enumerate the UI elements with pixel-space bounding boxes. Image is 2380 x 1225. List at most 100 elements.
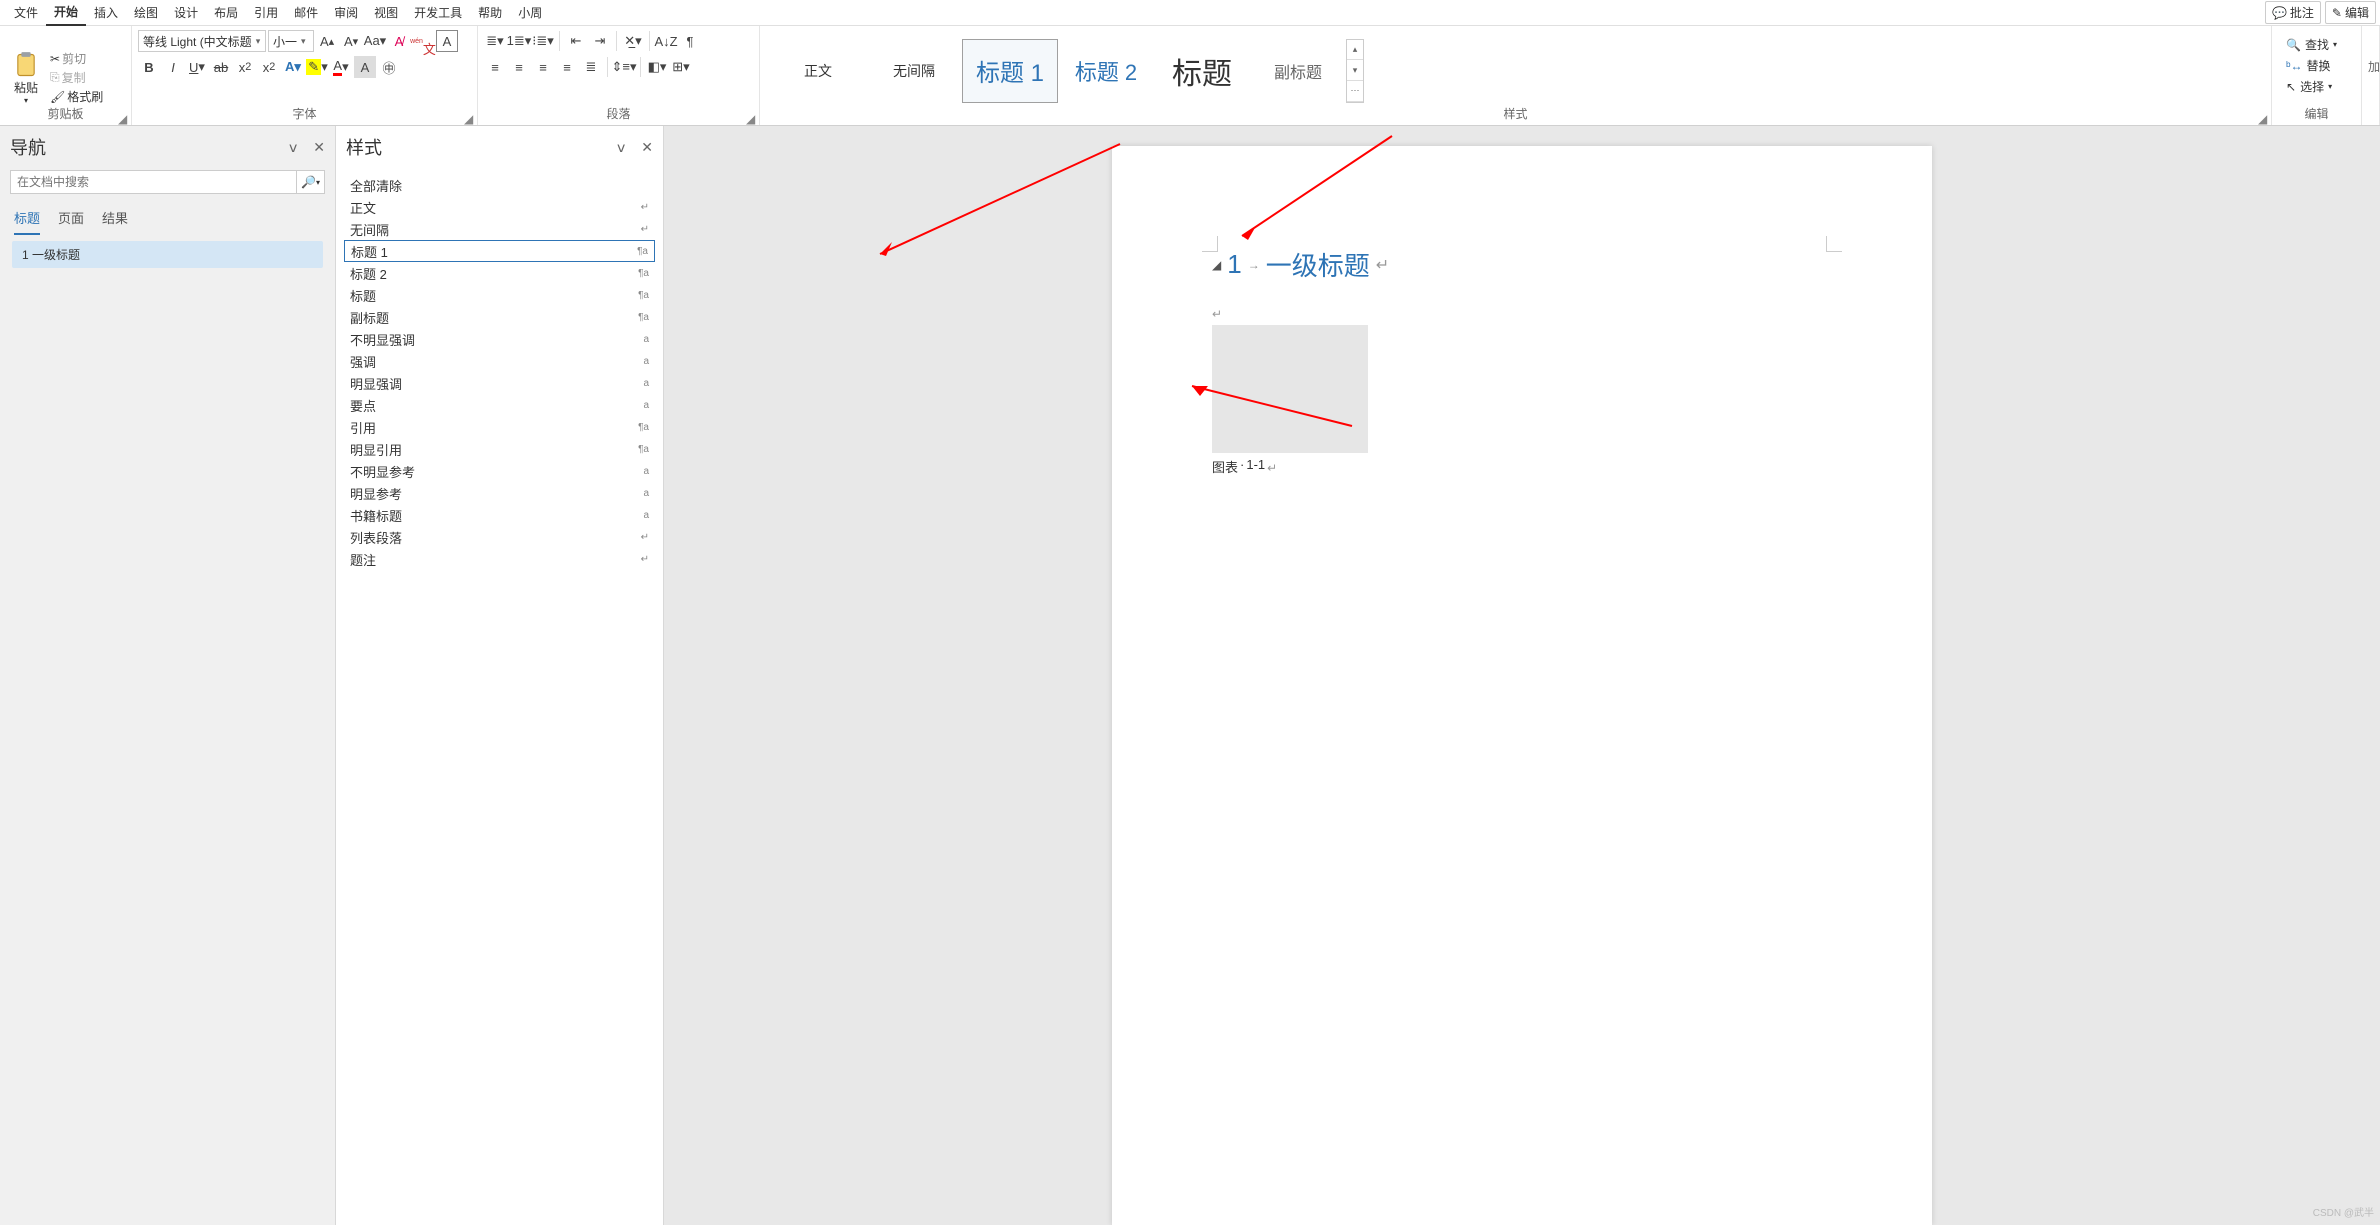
menu-xiaozhou[interactable]: 小周 [510, 0, 550, 25]
style-list-item[interactable]: 列表段落↵ [344, 526, 655, 548]
styles-collapse-button[interactable]: ⅴ [617, 139, 625, 156]
style-list-item[interactable]: 标题 1¶a [344, 240, 655, 262]
nav-tab-results[interactable]: 结果 [102, 202, 128, 235]
menu-insert[interactable]: 插入 [86, 0, 126, 25]
find-button[interactable]: 🔍查找▾ [2286, 36, 2347, 53]
copy-button[interactable]: ⎘复制 [50, 69, 103, 86]
dialog-launcher-icon[interactable]: ◢ [746, 112, 756, 122]
change-case-button[interactable]: Aa▾ [364, 30, 386, 52]
bold-button[interactable]: B [138, 56, 160, 78]
char-shading-button[interactable]: A [354, 56, 376, 78]
menu-design[interactable]: 设计 [166, 0, 206, 25]
replace-button[interactable]: ᵇ↔替换 [2286, 57, 2347, 74]
multilevel-list-button[interactable]: ⁝≣▾ [532, 30, 554, 52]
style-list-item[interactable]: 要点a [344, 394, 655, 416]
font-name-combo[interactable]: 等线 Light (中文标题▾ [138, 30, 266, 52]
nav-search-input[interactable] [10, 170, 297, 194]
style-list-item[interactable]: 书籍标题a [344, 504, 655, 526]
decrease-font-button[interactable]: A▾ [340, 30, 362, 52]
shading-button[interactable]: ◧▾ [646, 56, 668, 78]
editing-mode-button[interactable]: ✎编辑 [2325, 1, 2376, 24]
menu-review[interactable]: 审阅 [326, 0, 366, 25]
nav-search-button[interactable]: 🔎▾ [297, 170, 325, 194]
page[interactable]: ◢ 1 → 一级标题 ↵ ↵ 图表·1-1↵ [1112, 146, 1932, 1225]
style-title[interactable]: 标题 [1154, 39, 1250, 103]
style-list-item[interactable]: 题注↵ [344, 548, 655, 570]
style-normal[interactable]: 正文 [770, 39, 866, 103]
document-area[interactable]: ◢ 1 → 一级标题 ↵ ↵ 图表·1-1↵ [664, 126, 2380, 1225]
menu-draw[interactable]: 绘图 [126, 0, 166, 25]
text-effects-button[interactable]: A▾ [282, 56, 304, 78]
menu-references[interactable]: 引用 [246, 0, 286, 25]
style-list-item[interactable]: 明显引用¶a [344, 438, 655, 460]
font-color-button[interactable]: A▾ [330, 56, 352, 78]
text-direction-button[interactable]: ✕̲▾ [622, 30, 644, 52]
style-list-item[interactable]: 强调a [344, 350, 655, 372]
style-list-item[interactable]: 正文↵ [344, 196, 655, 218]
decrease-indent-button[interactable]: ⇤ [565, 30, 587, 52]
style-list-item[interactable]: 无间隔↵ [344, 218, 655, 240]
style-list-item[interactable]: 不明显强调a [344, 328, 655, 350]
menu-file[interactable]: 文件 [6, 0, 46, 25]
show-marks-button[interactable]: ¶ [679, 30, 701, 52]
numbering-button[interactable]: 1≣▾ [508, 30, 530, 52]
bullets-button[interactable]: ≣▾ [484, 30, 506, 52]
dialog-launcher-icon[interactable]: ◢ [2258, 112, 2268, 122]
style-list-item[interactable]: 明显强调a [344, 372, 655, 394]
superscript-button[interactable]: x2 [258, 56, 280, 78]
justify-button[interactable]: ≡ [556, 56, 578, 78]
nav-close-button[interactable]: ✕ [313, 139, 325, 156]
heading-text[interactable]: 一级标题 [1266, 246, 1370, 283]
paste-button[interactable]: 粘贴▾ [6, 51, 46, 105]
highlight-button[interactable]: ✎▾ [306, 56, 328, 78]
styles-close-button[interactable]: ✕ [641, 139, 653, 156]
nav-tab-pages[interactable]: 页面 [58, 202, 84, 235]
align-center-button[interactable]: ≡ [508, 56, 530, 78]
style-list-item[interactable]: 标题 2¶a [344, 262, 655, 284]
phonetic-guide-button[interactable]: wén文 [412, 30, 434, 52]
menu-mailings[interactable]: 邮件 [286, 0, 326, 25]
underline-button[interactable]: U▾ [186, 56, 208, 78]
font-size-combo[interactable]: 小一▾ [268, 30, 314, 52]
increase-indent-button[interactable]: ⇥ [589, 30, 611, 52]
char-border-button[interactable]: A [436, 30, 458, 52]
strikethrough-button[interactable]: ab [210, 56, 232, 78]
subscript-button[interactable]: x2 [234, 56, 256, 78]
style-list-item[interactable]: 全部清除 [344, 174, 655, 196]
line-spacing-button[interactable]: ⇕≡▾ [613, 56, 635, 78]
align-right-button[interactable]: ≡ [532, 56, 554, 78]
align-left-button[interactable]: ≡ [484, 56, 506, 78]
comments-button[interactable]: 💬批注 [2265, 1, 2321, 24]
sort-button[interactable]: A↓Z [655, 30, 677, 52]
style-list-item[interactable]: 不明显参考a [344, 460, 655, 482]
style-list-item[interactable]: 标题¶a [344, 284, 655, 306]
dialog-launcher-icon[interactable]: ◢ [118, 112, 128, 122]
enclose-char-button[interactable]: ㊥ [378, 56, 400, 78]
style-heading2[interactable]: 标题 2 [1058, 39, 1154, 103]
menu-developer[interactable]: 开发工具 [406, 0, 470, 25]
style-list-item[interactable]: 引用¶a [344, 416, 655, 438]
increase-font-button[interactable]: A▴ [316, 30, 338, 52]
cut-button[interactable]: ✂剪切 [50, 50, 103, 67]
figure-caption[interactable]: 图表·1-1↵ [1212, 457, 1832, 479]
nav-heading-item[interactable]: 1 一级标题 [12, 241, 323, 268]
style-list-item[interactable]: 副标题¶a [344, 306, 655, 328]
style-list-item[interactable]: 明显参考a [344, 482, 655, 504]
image-placeholder[interactable] [1212, 325, 1368, 453]
heading-1[interactable]: ◢ 1 → 一级标题 ↵ [1212, 246, 1832, 283]
menu-help[interactable]: 帮助 [470, 0, 510, 25]
style-nospacing[interactable]: 无间隔 [866, 39, 962, 103]
nav-collapse-button[interactable]: ⅴ [289, 139, 297, 156]
style-heading1[interactable]: 标题 1 [962, 39, 1058, 103]
borders-button[interactable]: ⊞▾ [670, 56, 692, 78]
distribute-button[interactable]: ≣ [580, 56, 602, 78]
dialog-launcher-icon[interactable]: ◢ [464, 112, 474, 122]
clear-formatting-button[interactable]: A̸ [388, 30, 410, 52]
menu-home[interactable]: 开始 [46, 0, 86, 26]
style-subtitle[interactable]: 副标题 [1250, 39, 1346, 103]
menu-view[interactable]: 视图 [366, 0, 406, 25]
menu-layout[interactable]: 布局 [206, 0, 246, 25]
select-button[interactable]: ↖选择▾ [2286, 78, 2347, 95]
italic-button[interactable]: I [162, 56, 184, 78]
style-gallery-more[interactable]: ▴▾⋯ [1346, 39, 1364, 103]
